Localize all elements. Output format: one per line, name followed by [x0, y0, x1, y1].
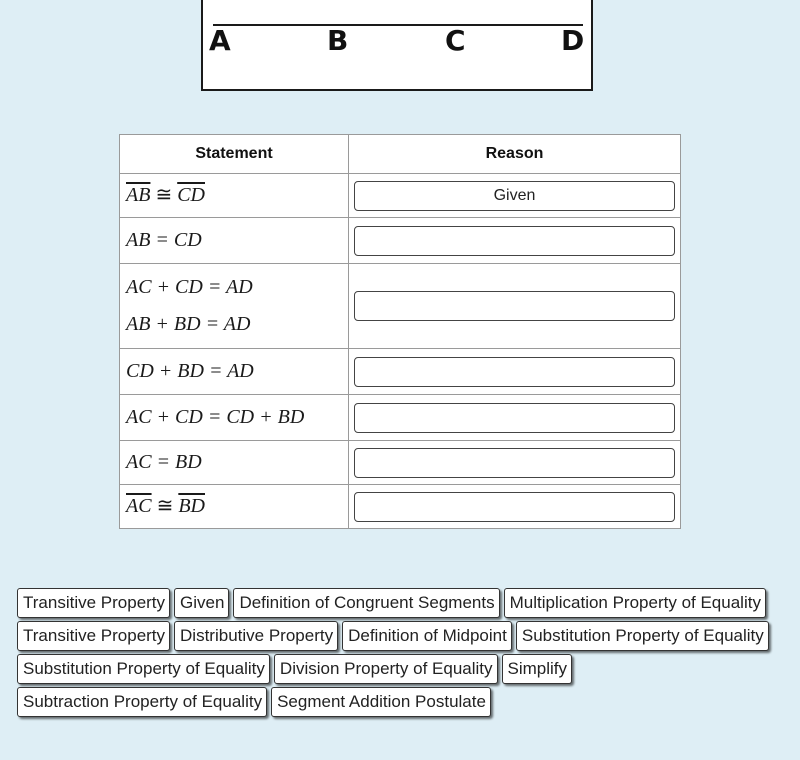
reason-drop-zone[interactable]: [354, 225, 675, 256]
statement-text: AC = BD: [126, 451, 202, 473]
reason-cell: [348, 484, 681, 529]
reason-cell: [348, 348, 681, 395]
point-label-a: A: [209, 24, 231, 57]
proof-table: Statement Reason AB ≅ CD Given AB = CD AC +…: [119, 134, 681, 529]
point-label-d: D: [561, 24, 585, 57]
reason-drop-zone[interactable]: [354, 491, 675, 522]
statement-text: AB = CD: [126, 229, 202, 251]
segment-name: AB: [126, 184, 151, 206]
reason-column-header: Reason: [348, 134, 681, 174]
reason-chip[interactable]: Subtraction Property of Equality: [17, 687, 268, 717]
proof-row: AB ≅ CD Given: [119, 173, 681, 218]
statement-text: AB ≅ CD: [126, 177, 348, 214]
proof-row: AC = BD: [119, 440, 681, 485]
statement-cell: AC ≅ BD: [119, 484, 349, 529]
statement-cell: AB ≅ CD: [119, 173, 349, 218]
reason-drop-zone[interactable]: [354, 402, 675, 433]
congruent-symbol: ≅: [155, 184, 173, 206]
reason-chip[interactable]: Segment Addition Postulate: [271, 687, 491, 717]
segment-diagram: A B C D: [201, 0, 593, 91]
statement-cell: AC + CD = CD + BD: [119, 394, 349, 441]
point-label-c: C: [445, 24, 466, 57]
statement-text: AB + BD = AD: [126, 313, 251, 335]
reason-chip[interactable]: Substitution Property of Equality: [17, 654, 270, 684]
reason-drop-zone[interactable]: [354, 356, 675, 387]
reason-cell: [348, 394, 681, 441]
reason-chip[interactable]: Transitive Property: [17, 621, 171, 651]
reason-drop-zone[interactable]: [354, 447, 675, 478]
proof-row: AC + CD = CD + BD: [119, 394, 681, 441]
statement-text: AC ≅ BD: [126, 488, 348, 525]
reason-chip[interactable]: Substitution Property of Equality: [515, 621, 769, 651]
statement-cell: AC = BD: [119, 440, 349, 485]
point-label-b: B: [327, 24, 349, 57]
proof-row: AB = CD: [119, 217, 681, 264]
reason-chip[interactable]: Multiplication Property of Equality: [503, 588, 766, 618]
proof-row: AC ≅ BD: [119, 484, 681, 529]
reason-drop-zone[interactable]: Given: [354, 180, 675, 211]
statement-column-header: Statement: [119, 134, 349, 174]
reason-chip[interactable]: Definition of Congruent Segments: [233, 588, 500, 618]
statement-text: AC + CD = CD + BD: [126, 406, 305, 428]
statement-text: AC + CD = AD: [126, 276, 253, 298]
reason-drop-zone[interactable]: [354, 291, 675, 321]
reason-word-bank: Transitive Property Given Definition of Co…: [17, 588, 787, 717]
proof-row: AC + CD = AD AB + BD = AD: [119, 263, 681, 349]
reason-chip[interactable]: Transitive Property: [17, 588, 171, 618]
statement-cell: AB = CD: [119, 217, 349, 264]
reason-chip[interactable]: Given: [174, 588, 230, 618]
reason-cell: Given: [348, 173, 681, 218]
reason-chip[interactable]: Distributive Property: [174, 621, 339, 651]
reason-cell: [348, 440, 681, 485]
proof-row: CD + BD = AD: [119, 348, 681, 395]
congruent-symbol: ≅: [156, 495, 174, 517]
reason-cell: [348, 263, 681, 349]
segment-name: AC: [126, 495, 152, 517]
statement-text: CD + BD = AD: [126, 360, 254, 382]
segment-name: BD: [178, 495, 205, 517]
reason-cell: [348, 217, 681, 264]
reason-chip[interactable]: Definition of Midpoint: [342, 621, 512, 651]
reason-chip[interactable]: Simplify: [501, 654, 573, 684]
table-header-row: Statement Reason: [119, 134, 681, 174]
statement-cell: AC + CD = AD AB + BD = AD: [119, 263, 349, 349]
statement-cell: CD + BD = AD: [119, 348, 349, 395]
segment-name: CD: [177, 184, 205, 206]
reason-chip[interactable]: Division Property of Equality: [273, 654, 498, 684]
line-segment-ad: [213, 24, 583, 26]
